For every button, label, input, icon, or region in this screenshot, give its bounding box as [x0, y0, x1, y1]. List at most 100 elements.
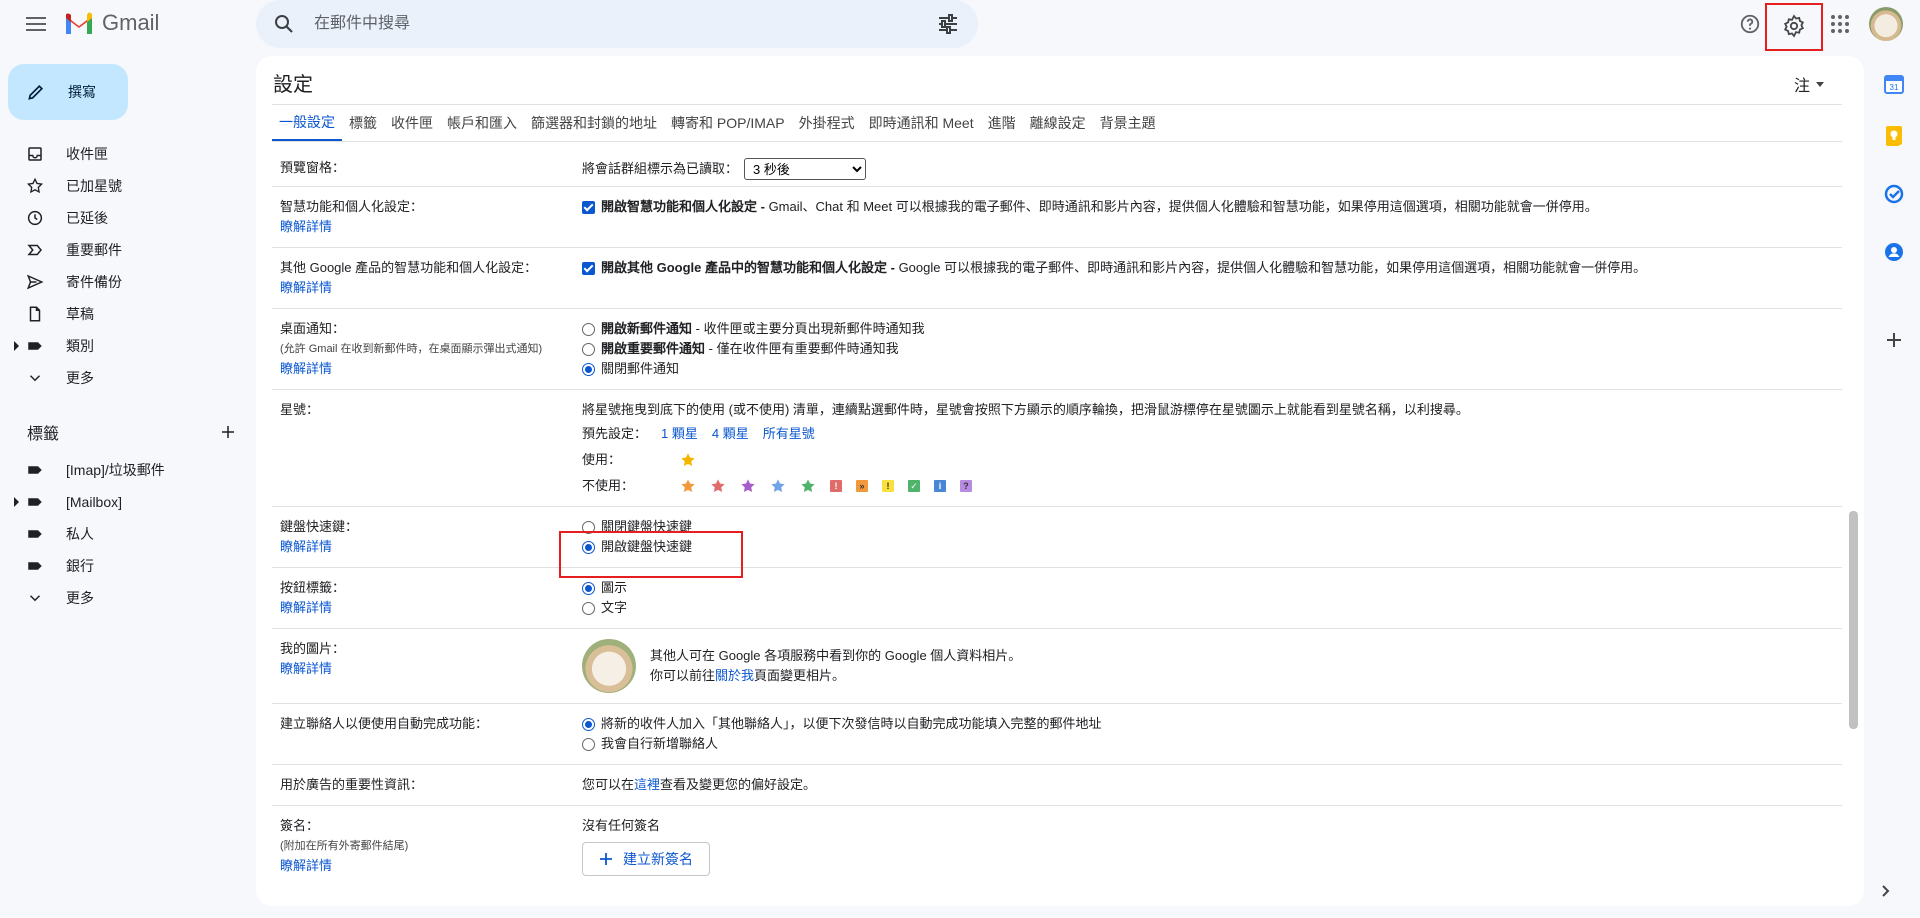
svg-text:31: 31 — [1890, 83, 1899, 92]
learn-more-link[interactable]: 瞭解詳情 — [280, 359, 582, 379]
purple-question-icon[interactable]: ? — [960, 480, 972, 492]
tab-offline[interactable]: 離線設定 — [1023, 105, 1093, 141]
label-item[interactable]: [Imap]/垃圾郵件 — [0, 454, 250, 486]
sidebar-item-drafts[interactable]: 草稿 — [0, 298, 250, 330]
label-item[interactable]: 私人 — [0, 518, 250, 550]
ads-here-link[interactable]: 這裡 — [634, 777, 660, 792]
red-bang-icon[interactable]: ! — [830, 480, 842, 492]
tab-chat-meet[interactable]: 即時通訊和 Meet — [862, 105, 981, 141]
ads-post-text: 查看及變更您的偏好設定。 — [660, 777, 817, 792]
tab-forwarding[interactable]: 轉寄和 POP/IMAP — [664, 105, 792, 141]
account-avatar[interactable] — [1869, 7, 1903, 41]
orange-star-icon[interactable] — [680, 478, 696, 494]
tab-general[interactable]: 一般設定 — [272, 105, 342, 141]
setting-label: 桌面通知： — [280, 321, 346, 336]
tab-advanced[interactable]: 進階 — [981, 105, 1023, 141]
learn-more-link[interactable]: 瞭解詳情 — [280, 598, 582, 618]
create-signature-label: 建立新簽名 — [623, 851, 693, 867]
tab-addons[interactable]: 外掛程式 — [792, 105, 862, 141]
add-label-icon[interactable] — [219, 423, 237, 441]
keep-icon[interactable] — [1882, 124, 1906, 148]
search-bar[interactable] — [256, 0, 978, 48]
orange-guillemet-icon[interactable]: » — [856, 480, 868, 492]
sidebar-item-more[interactable]: 更多 — [0, 362, 250, 394]
settings-scrollbar[interactable] — [1849, 511, 1858, 729]
expand-caret-icon[interactable] — [14, 497, 19, 507]
preset-all-stars-link[interactable]: 所有星號 — [763, 424, 815, 444]
settings-gear-highlight — [1765, 3, 1823, 51]
new-mail-notify-radio[interactable] — [582, 322, 595, 336]
smart-features-checkbox[interactable] — [582, 200, 595, 214]
tab-labels[interactable]: 標籤 — [342, 105, 384, 141]
sidebar-item-inbox[interactable]: 收件匣 — [0, 138, 250, 170]
page-title: 設定 — [273, 74, 313, 96]
blue-star-icon[interactable] — [770, 478, 786, 494]
create-signature-button[interactable]: 建立新簽名 — [582, 842, 710, 876]
contacts-icon[interactable] — [1882, 240, 1906, 264]
sidebar-item-important[interactable]: 重要郵件 — [0, 234, 250, 266]
label-item[interactable]: [Mailbox] — [0, 486, 250, 518]
label-item[interactable]: 銀行 — [0, 550, 250, 582]
expand-caret-icon[interactable] — [14, 341, 19, 351]
tab-filters[interactable]: 篩選器和封鎖的地址 — [524, 105, 664, 141]
setting-stars: 星號： 將星號拖曳到底下的使用 (或不使用) 清單，連續點選郵件時，星號會按照下… — [272, 390, 1842, 507]
clock-icon — [27, 210, 43, 226]
gmail-logo[interactable]: Gmail — [64, 10, 159, 36]
sidebar-item-starred[interactable]: 已加星號 — [0, 170, 250, 202]
sidebar-item-categories[interactable]: 類別 — [0, 330, 250, 362]
gear-icon[interactable] — [1782, 13, 1806, 41]
dropdown-arrow-icon — [1816, 81, 1824, 87]
sidebar-item-label: 收件匣 — [66, 146, 108, 162]
mail-notify-off-radio[interactable] — [582, 362, 595, 376]
other-smart-checkbox[interactable] — [582, 261, 595, 275]
chevron-down-icon — [29, 375, 41, 382]
yellow-bang-icon[interactable]: ! — [882, 480, 894, 492]
in-use-label: 使用： — [582, 452, 622, 467]
button-labels-icons-radio[interactable] — [582, 581, 595, 595]
show-side-panel-icon[interactable] — [1880, 884, 1892, 901]
search-options-icon[interactable] — [936, 12, 960, 39]
learn-more-link[interactable]: 瞭解詳情 — [280, 537, 582, 557]
preset-4-star-link[interactable]: 4 顆星 — [712, 424, 749, 444]
manual-contacts-radio[interactable] — [582, 737, 595, 751]
google-apps-icon[interactable] — [1824, 8, 1856, 40]
setting-label: 簽名： — [280, 818, 320, 833]
main-menu-icon[interactable] — [22, 12, 50, 36]
setting-signature: 簽名： (附加在所有外寄郵件結尾) 瞭解詳情 沒有任何簽名 建立新簽名 — [272, 806, 1842, 886]
calendar-icon[interactable]: 31 — [1882, 72, 1906, 96]
search-icon[interactable] — [272, 12, 296, 39]
label-item-text: [Mailbox] — [66, 494, 123, 510]
preset-1-star-link[interactable]: 1 顆星 — [661, 424, 698, 444]
tab-themes[interactable]: 背景主題 — [1093, 105, 1163, 141]
mark-read-select[interactable]: 3 秒後 — [744, 158, 867, 180]
tab-accounts[interactable]: 帳戶和匯入 — [440, 105, 524, 141]
sidebar-item-sent[interactable]: 寄件備份 — [0, 266, 250, 298]
compose-button[interactable]: 撰寫 — [8, 64, 128, 120]
tasks-icon[interactable] — [1882, 182, 1906, 206]
setting-create-contacts: 建立聯絡人以便使用自動完成功能： 將新的收件人加入「其他聯絡人」，以便下次發信時… — [272, 704, 1842, 765]
learn-more-link[interactable]: 瞭解詳情 — [280, 217, 582, 237]
sidebar-item-label: 類別 — [66, 338, 94, 354]
green-star-icon[interactable] — [800, 478, 816, 494]
picture-line-2-pre: 你可以前往 — [650, 668, 716, 683]
yellow-star-icon[interactable] — [680, 452, 696, 468]
input-tools-button[interactable]: 注 — [1794, 72, 1824, 96]
blue-info-icon[interactable]: i — [934, 480, 946, 492]
learn-more-link[interactable]: 瞭解詳情 — [280, 278, 582, 298]
purple-star-icon[interactable] — [740, 478, 756, 494]
green-check-icon[interactable]: ✓ — [908, 480, 920, 492]
tab-inbox[interactable]: 收件匣 — [384, 105, 440, 141]
setting-label: 其他 Google 產品的智慧功能和個人化設定： — [280, 260, 538, 275]
button-labels-text-radio[interactable] — [582, 601, 595, 615]
add-addon-icon[interactable] — [1882, 328, 1906, 352]
red-star-icon[interactable] — [710, 478, 726, 494]
labels-more[interactable]: 更多 — [0, 582, 250, 614]
learn-more-link[interactable]: 瞭解詳情 — [280, 856, 582, 876]
important-mail-notify-radio[interactable] — [582, 342, 595, 356]
sidebar-item-snoozed[interactable]: 已延後 — [0, 202, 250, 234]
auto-add-contacts-radio[interactable] — [582, 717, 595, 731]
learn-more-link[interactable]: 瞭解詳情 — [280, 659, 582, 679]
search-input[interactable] — [314, 12, 914, 36]
help-icon[interactable] — [1734, 8, 1766, 40]
about-me-link[interactable]: 關於我 — [715, 668, 754, 683]
